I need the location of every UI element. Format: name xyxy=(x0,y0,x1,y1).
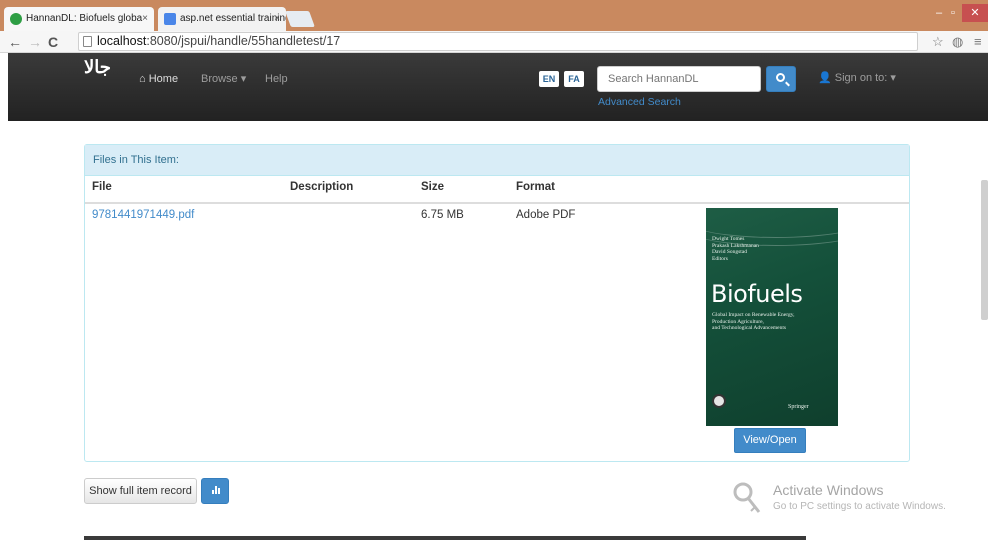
tab-hannandl[interactable]: HannanDL: Biofuels globa × xyxy=(4,7,154,31)
reload-icon[interactable]: C xyxy=(48,33,58,51)
column-header-size: Size xyxy=(421,181,445,193)
search-button[interactable] xyxy=(766,66,796,92)
view-open-button[interactable]: View/Open xyxy=(734,428,806,453)
search-icon xyxy=(776,73,785,82)
address-bar[interactable]: localhost:8080/jspui/handle/55handletest… xyxy=(78,32,918,51)
restore-window-button[interactable]: ▫ xyxy=(943,4,963,22)
lang-fa-button[interactable]: FA xyxy=(564,71,584,87)
browser-toolbar: ← → C localhost:8080/jspui/handle/55hand… xyxy=(0,31,988,53)
statistics-button[interactable] xyxy=(201,478,229,504)
book-cover-thumbnail[interactable]: Dwight Tomes Prakash Lakshmanan David So… xyxy=(706,208,838,426)
sign-on-menu[interactable]: 👤 Sign on to: ▾ xyxy=(818,71,896,84)
footer-strip xyxy=(84,536,806,540)
show-full-record-button[interactable]: Show full item record xyxy=(84,478,197,504)
nav-help[interactable]: Help xyxy=(265,72,288,86)
caret-down-icon: ▾ xyxy=(240,73,247,85)
browser-tab-strip: HannanDL: Biofuels globa × asp.net essen… xyxy=(0,0,988,31)
url-host: localhost xyxy=(97,34,147,48)
nav-browse-label: Browse xyxy=(201,73,238,85)
new-tab-button[interactable] xyxy=(285,11,315,27)
series-seal-icon xyxy=(712,394,726,408)
user-icon: 👤 xyxy=(818,72,832,84)
google-favicon-icon xyxy=(164,13,176,25)
column-header-file: File xyxy=(92,181,112,193)
activate-subtitle: Go to PC settings to activate Windows. xyxy=(773,501,946,512)
table-header-divider xyxy=(85,202,909,204)
home-icon: ⌂ xyxy=(139,73,146,85)
tab-asp-net[interactable]: asp.net essential training × xyxy=(158,7,286,31)
caret-down-icon: ▾ xyxy=(890,72,896,84)
site-favicon-icon xyxy=(10,13,22,25)
column-header-description: Description xyxy=(290,181,354,193)
nav-home[interactable]: ⌂ Home xyxy=(139,72,178,86)
bookmark-star-icon[interactable]: ☆ xyxy=(932,34,944,50)
close-window-button[interactable]: ✕ xyxy=(962,4,988,22)
forward-icon[interactable]: → xyxy=(28,33,42,51)
page-scrollbar[interactable] xyxy=(981,180,988,320)
nav-home-label: Home xyxy=(148,73,179,85)
cover-editors: Dwight Tomes Prakash Lakshmanan David So… xyxy=(712,236,759,262)
url-path: :8080/jspui/handle/55handletest/17 xyxy=(146,34,341,48)
close-tab-icon[interactable]: × xyxy=(274,7,280,31)
nav-browse[interactable]: Browse ▾ xyxy=(201,72,246,86)
files-panel: Files in This Item: File Description Siz… xyxy=(84,144,910,462)
menu-icon[interactable]: ≡ xyxy=(974,34,982,50)
back-icon[interactable]: ← xyxy=(8,33,22,51)
advanced-search-link[interactable]: Advanced Search xyxy=(598,96,681,108)
extension-icon[interactable]: ◍ xyxy=(952,34,963,50)
file-link[interactable]: 9781441971449.pdf xyxy=(92,209,194,221)
file-format: Adobe PDF xyxy=(516,209,576,221)
tab-title: asp.net essential training xyxy=(180,13,286,24)
site-logo[interactable]: جالا xyxy=(84,57,112,78)
lang-en-button[interactable]: EN xyxy=(539,71,559,87)
page-icon xyxy=(83,36,92,47)
file-size: 6.75 MB xyxy=(421,209,464,221)
search-input[interactable] xyxy=(597,66,761,92)
cover-title: Biofuels xyxy=(711,280,803,308)
key-icon xyxy=(733,482,761,513)
site-navbar xyxy=(8,53,988,121)
cover-publisher: Springer xyxy=(788,404,809,410)
cover-subtitle: Global Impact on Renewable Energy, Produ… xyxy=(712,312,795,331)
panel-heading: Files in This Item: xyxy=(85,145,909,176)
activate-title: Activate Windows xyxy=(773,482,884,498)
close-tab-icon[interactable]: × xyxy=(142,7,148,31)
sign-on-label: Sign on to: xyxy=(834,72,888,84)
column-header-format: Format xyxy=(516,181,555,193)
tab-title: HannanDL: Biofuels globa xyxy=(26,13,143,24)
